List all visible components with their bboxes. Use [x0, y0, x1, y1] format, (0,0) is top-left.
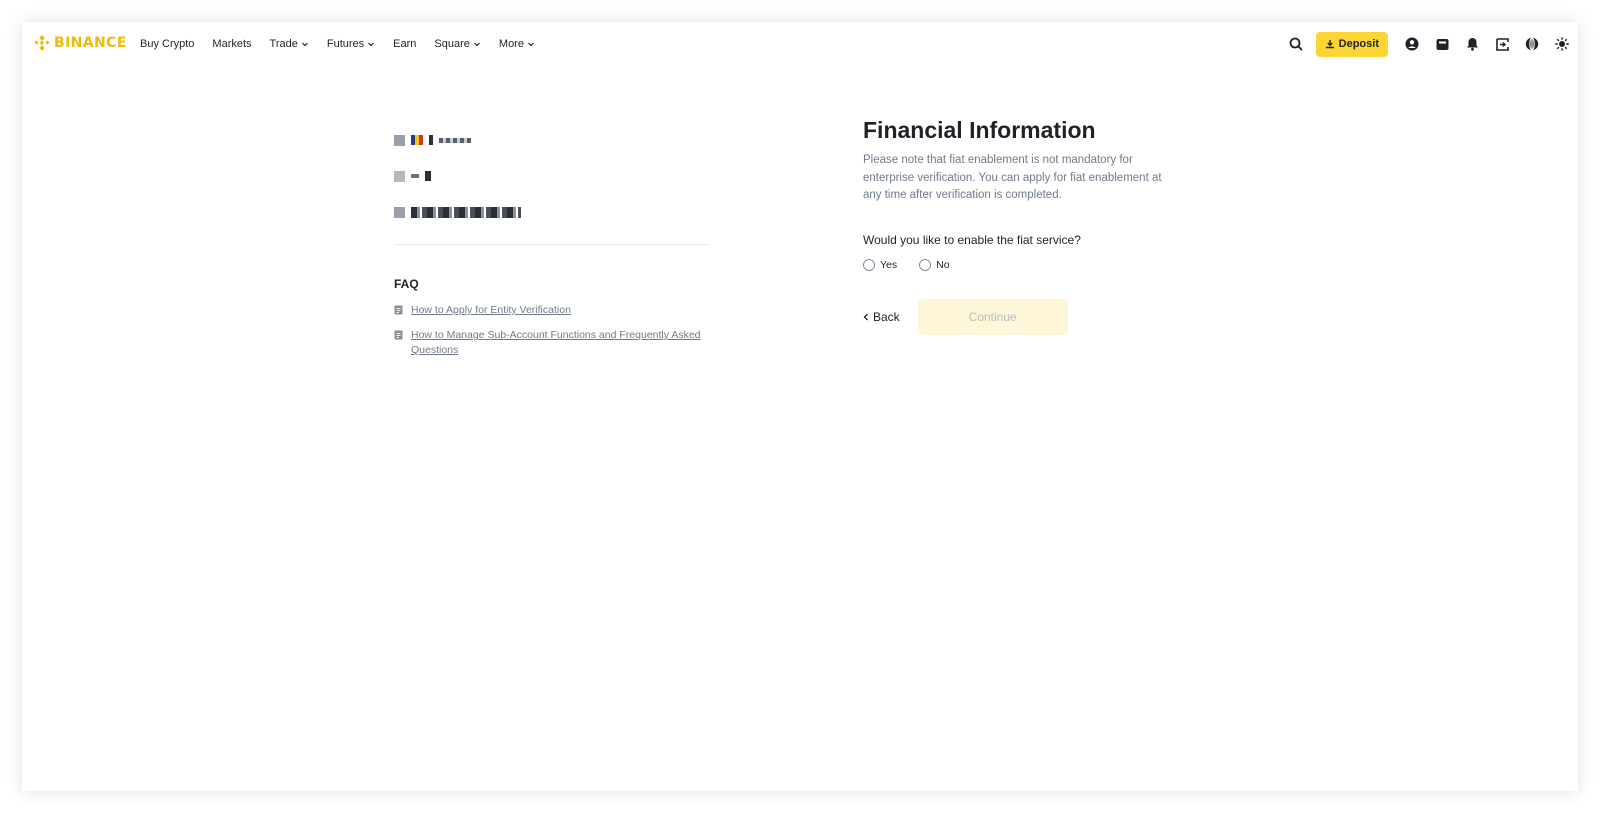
bell-icon[interactable] [1464, 36, 1480, 52]
radio-label: No [936, 258, 950, 271]
nav-label: Trade [269, 38, 298, 50]
redacted-icon [394, 170, 405, 182]
binance-logo-icon [34, 35, 50, 51]
wallet-icon[interactable] [1434, 36, 1450, 52]
redacted-text [429, 135, 433, 145]
redacted-icon [394, 206, 405, 218]
user-icon[interactable] [1404, 36, 1420, 52]
redacted-text [425, 171, 431, 181]
fiat-question-label: Would you like to enable the fiat servic… [863, 232, 1081, 247]
binance-logo[interactable]: BINANCE [34, 35, 127, 51]
nav-label: Buy Crypto [140, 38, 195, 50]
nav-label: Futures [326, 38, 365, 50]
redacted-flag [411, 135, 423, 145]
radio-yes[interactable]: Yes [863, 258, 898, 271]
top-nav-bar: BINANCE Buy Crypto Markets Trade Futures… [22, 22, 1578, 66]
deposit-label: Deposit [1338, 38, 1379, 50]
chevron-down-icon [528, 42, 534, 47]
radio-button[interactable] [863, 258, 875, 271]
deposit-download-icon [1325, 40, 1334, 49]
financial-info-form: Financial Information Please note that f… [863, 116, 1193, 335]
faq-link-sub-account[interactable]: How to Manage Sub-Account Functions and … [411, 328, 710, 358]
continue-button[interactable]: Continue [917, 298, 1068, 335]
nav-label: Markets [212, 38, 252, 50]
account-row-redacted [394, 122, 710, 158]
faq-title: FAQ [394, 277, 419, 291]
faq-item[interactable]: How to Manage Sub-Account Functions and … [394, 328, 710, 358]
nav-earn[interactable]: Earn [393, 38, 416, 50]
radio-button[interactable] [919, 258, 932, 271]
document-icon [394, 305, 403, 315]
main-nav: Buy Crypto Markets Trade Futures Earn Sq… [140, 22, 553, 66]
redacted-text [411, 174, 419, 178]
page-title: Financial Information [863, 117, 1096, 143]
page-description: Please note that fiat enablement is not … [863, 154, 1162, 201]
redacted-text [411, 206, 521, 218]
radio-label: Yes [880, 258, 898, 271]
faq-item[interactable]: How to Apply for Entity Verification [394, 303, 710, 318]
account-row-redacted [394, 158, 710, 194]
nav-buy-crypto[interactable]: Buy Crypto [140, 38, 194, 50]
back-button[interactable]: Back [863, 310, 900, 324]
nav-label: Square [434, 38, 470, 50]
nav-trade[interactable]: Trade [270, 38, 309, 50]
redacted-icon [394, 134, 405, 146]
radio-no[interactable]: No [919, 258, 950, 271]
theme-sun-icon[interactable] [1554, 36, 1570, 52]
form-actions: Back Continue [863, 298, 1193, 335]
divider [394, 244, 710, 245]
chevron-down-icon [473, 42, 480, 47]
chevron-left-icon [863, 313, 868, 320]
document-icon [394, 330, 403, 340]
fiat-radio-group: Yes No [863, 258, 1193, 271]
nav-markets[interactable]: Markets [212, 38, 251, 50]
header-actions: Deposit [1274, 22, 1570, 66]
nav-square[interactable]: Square [434, 38, 480, 50]
download-app-icon[interactable] [1494, 36, 1510, 52]
globe-icon[interactable] [1524, 36, 1540, 52]
faq-link-entity-verification[interactable]: How to Apply for Entity Verification [411, 303, 571, 318]
nav-label: Earn [393, 38, 417, 50]
chevron-down-icon [301, 42, 308, 47]
brand-name: BINANCE [54, 35, 127, 51]
chevron-down-icon [368, 42, 375, 47]
account-summary-panel: FAQ How to Apply for Entity Verification… [394, 122, 710, 368]
nav-futures[interactable]: Futures [327, 38, 375, 50]
account-row-redacted [394, 194, 710, 230]
nav-more[interactable]: More [499, 38, 535, 50]
search-icon[interactable] [1288, 36, 1304, 52]
faq-list: How to Apply for Entity Verification How… [394, 303, 710, 358]
redacted-text [439, 137, 471, 143]
back-label: Back [873, 309, 900, 324]
nav-label: More [498, 38, 524, 50]
deposit-button[interactable]: Deposit [1315, 31, 1388, 57]
browser-window: BINANCE Buy Crypto Markets Trade Futures… [22, 22, 1578, 791]
